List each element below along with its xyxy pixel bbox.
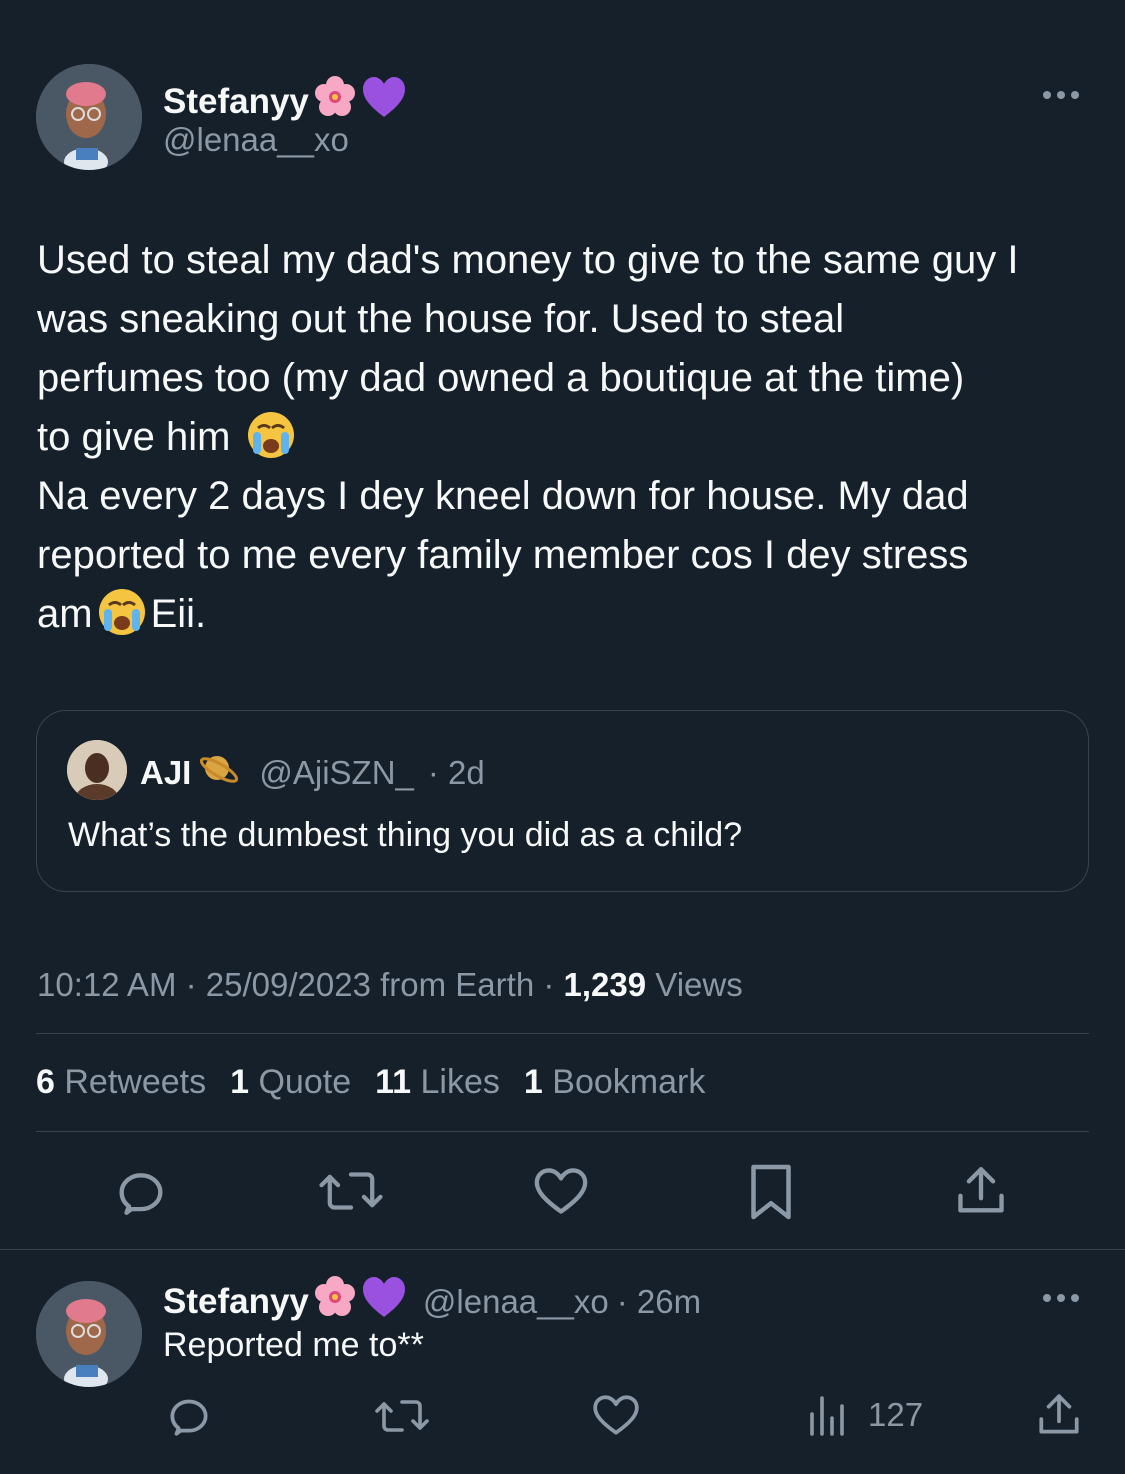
tweet-text-line: Na every 2 days I dey kneel down for hou… [37, 474, 969, 518]
tweet-text-line: perfumes too (my dad owned a boutique at… [37, 356, 965, 400]
cherry-blossom-icon [311, 1273, 359, 1330]
tweet-text-line-with-emoji: to give him [37, 408, 1097, 467]
retweet-icon[interactable] [374, 1392, 430, 1440]
share-icon[interactable] [1034, 1390, 1084, 1440]
tweet-text-line-with-emoji: am Eii. [37, 585, 1097, 644]
reply-more-options-button[interactable] [1043, 1294, 1079, 1302]
dot-icon [1057, 1294, 1065, 1302]
bookmarks-stat[interactable]: 1 Bookmark [524, 1063, 705, 1102]
author-handle[interactable]: @lenaa__xo [163, 121, 349, 159]
bookmarks-count: 1 [523, 1063, 543, 1101]
retweets-label: Retweets [64, 1063, 207, 1101]
purple-heart-icon [361, 75, 407, 128]
dot-icon [1071, 1294, 1079, 1302]
reply-age: · 26m [616, 1282, 702, 1320]
quoted-author-avatar [67, 740, 127, 800]
quoted-tweet-age: · 2d [427, 753, 485, 791]
more-options-button[interactable] [1043, 91, 1079, 99]
quotes-stat[interactable]: 1 Quote [230, 1063, 351, 1102]
divider [0, 1249, 1125, 1250]
reply-author-name[interactable]: Stefanyy [163, 1282, 309, 1322]
likes-count: 11 [375, 1063, 412, 1101]
tweet-text-segment: Eii. [150, 592, 207, 636]
author-name-text: Stefanyy [163, 81, 309, 121]
reply-text: Reported me to** [163, 1326, 424, 1364]
quoted-tweet[interactable] [36, 710, 1089, 892]
tweet-date: 25/09/2023 [205, 966, 371, 1003]
quoted-tweet-text: What’s the dumbest thing you did as a ch… [68, 816, 743, 854]
like-icon[interactable] [532, 1162, 590, 1220]
ringed-planet-icon [197, 750, 241, 795]
author-avatar[interactable] [36, 64, 142, 170]
quoted-author-name: AJI [140, 753, 192, 791]
dot-icon [1057, 91, 1065, 99]
views-stat[interactable]: 127 [806, 1394, 923, 1436]
reply-author-avatar[interactable] [36, 1281, 142, 1387]
share-icon[interactable] [952, 1162, 1010, 1220]
reply-author-handle[interactable]: @lenaa__xo [423, 1283, 609, 1321]
dot-icon [1071, 91, 1079, 99]
quotes-count: 1 [230, 1063, 250, 1101]
tweet-source: from Earth [380, 966, 535, 1003]
quoted-author-row: AJI @AjiSZN_ · 2d [140, 750, 485, 795]
crying-face-icon [97, 587, 147, 637]
retweets-count: 6 [36, 1063, 55, 1101]
quoted-author-handle: @AjiSZN_ [259, 753, 414, 791]
crying-face-icon [246, 410, 296, 460]
tweet-text-segment: am [37, 592, 93, 636]
retweet-icon[interactable] [318, 1162, 384, 1220]
separator: · [185, 966, 197, 1003]
like-icon[interactable] [591, 1390, 641, 1440]
tweet-text-line: was sneaking out the house for. Used to … [37, 297, 845, 341]
tweet-time: 10:12 AM [37, 966, 177, 1003]
tweet-stats: 6 Retweets 1 Quote 11 Likes 1 Bookmark [36, 1063, 705, 1102]
divider [36, 1131, 1089, 1132]
views-icon [806, 1394, 850, 1436]
purple-heart-icon [361, 1275, 407, 1328]
likes-label: Likes [420, 1063, 500, 1101]
retweets-stat[interactable]: 6 Retweets [36, 1063, 206, 1102]
separator: · [543, 966, 555, 1003]
dot-icon [1043, 1294, 1051, 1302]
tweet-text-line: Used to steal my dad's money to give to … [37, 238, 1019, 282]
tweet-meta: 10:12 AM · 25/09/2023 from Earth · 1,239… [37, 966, 743, 1004]
views-label: Views [655, 966, 743, 1003]
reply-author-row: Stefanyy @lenaa__xo · 26m [163, 1273, 701, 1330]
view-count: 1,239 [563, 966, 647, 1003]
bookmarks-label: Bookmark [552, 1063, 706, 1101]
reply-icon[interactable] [112, 1162, 170, 1220]
tweet-text-line: reported to me every family member cos I… [37, 533, 969, 577]
bookmark-icon[interactable] [745, 1162, 797, 1222]
reply-icon[interactable] [164, 1390, 214, 1440]
dot-icon [1043, 91, 1051, 99]
reply-views-count: 127 [868, 1396, 924, 1433]
quotes-label: Quote [258, 1063, 352, 1101]
tweet-text: Used to steal my dad's money to give to … [37, 231, 1097, 644]
tweet-text-segment: to give him [37, 415, 231, 459]
likes-stat[interactable]: 11 Likes [375, 1063, 500, 1102]
divider [36, 1033, 1089, 1034]
